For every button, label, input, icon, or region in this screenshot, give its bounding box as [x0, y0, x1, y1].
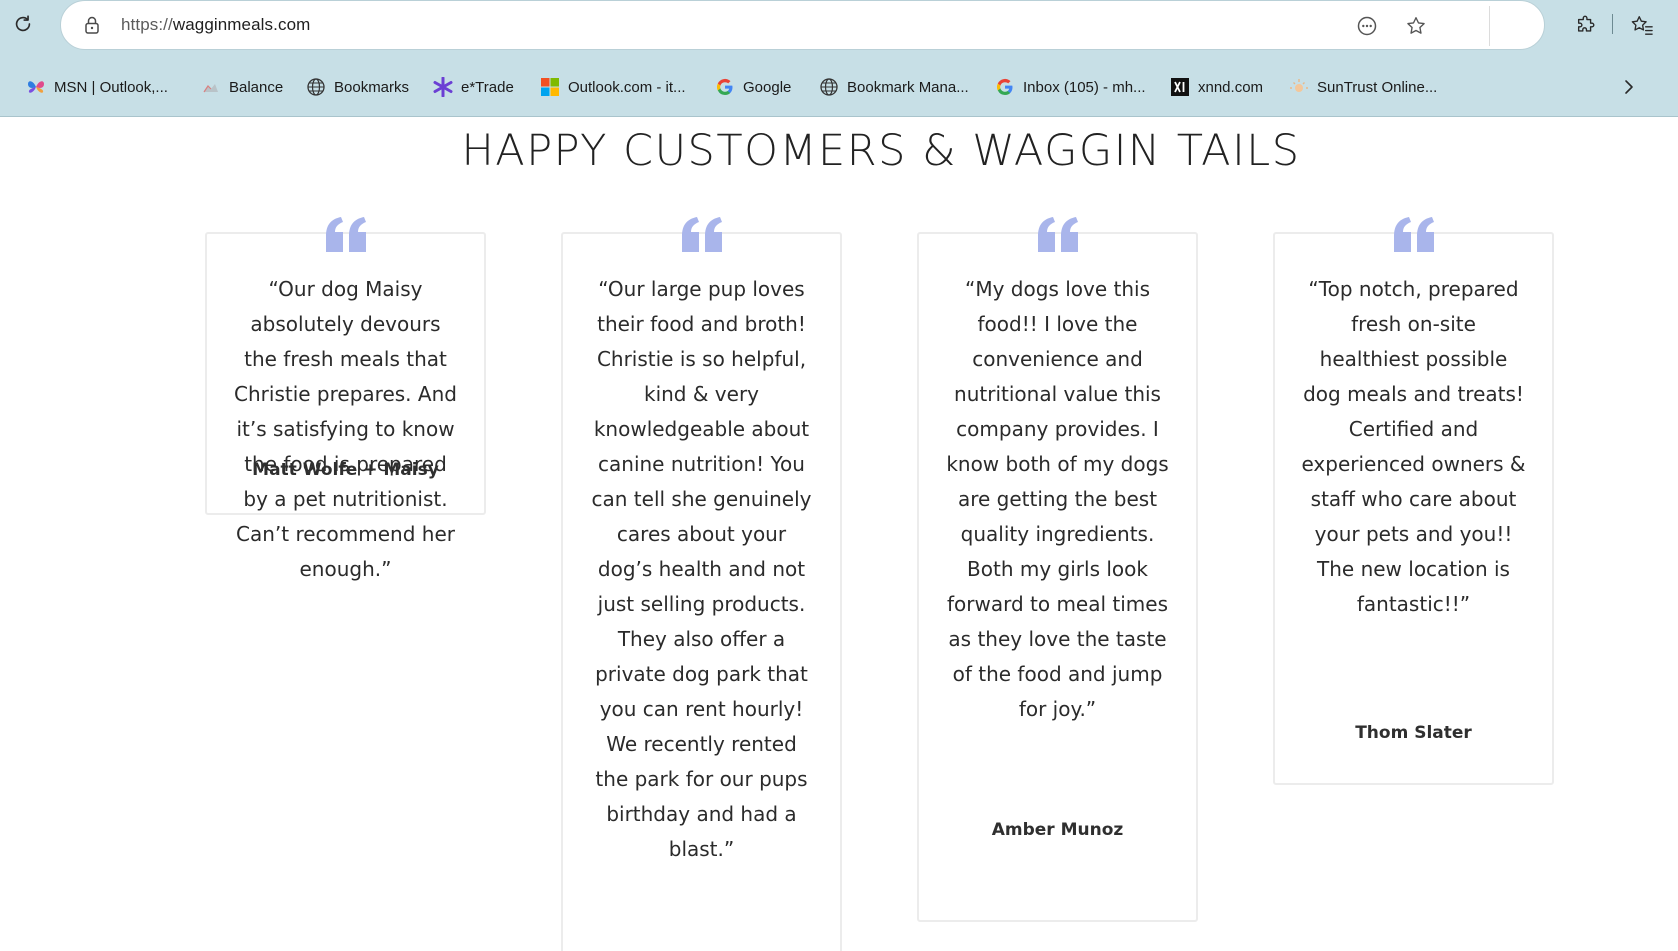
quote-icon	[1393, 217, 1434, 252]
bookmark-label: SunTrust Online...	[1317, 78, 1438, 96]
page-title: HAPPY CUSTOMERS & WAGGIN TAILS	[461, 126, 1301, 176]
google-g-icon	[995, 77, 1015, 97]
bookmark-label: Google	[743, 78, 792, 96]
reload-icon[interactable]	[10, 11, 36, 37]
testimonial-card: “Our large pup loves their food and brot…	[561, 217, 842, 951]
testimonial-text: “Top notch, prepared fresh on-site healt…	[1301, 277, 1526, 616]
bookmark-label: Outlook.com - it...	[568, 78, 686, 96]
bookmark-label: xnnd.com	[1198, 78, 1264, 96]
testimonial-author: Thom Slater	[1355, 723, 1472, 743]
bookmark-suntrust[interactable]: SunTrust Online...	[1289, 70, 1437, 104]
testimonial-text: “My dogs love this food!! I love the con…	[946, 277, 1169, 721]
bookmark-inbox[interactable]: Inbox (105) - mh...	[995, 70, 1146, 104]
bookmark-label: Bookmarks	[334, 78, 410, 96]
etrade-icon	[433, 77, 453, 97]
bookmark-etrade[interactable]: e*Trade	[433, 70, 514, 104]
page-content: HAPPY CUSTOMERS & WAGGIN TAILS “Our dog …	[0, 117, 1678, 951]
testimonial-card: “Top notch, prepared fresh on-site healt…	[1273, 217, 1554, 785]
favorite-star-icon[interactable]	[1402, 12, 1430, 40]
favorites-icon[interactable]	[1628, 11, 1656, 39]
bookmark-xnnd[interactable]: xnnd.com	[1170, 70, 1263, 104]
suntrust-icon	[1289, 77, 1309, 97]
bookmark-outlook[interactable]: Outlook.com - it...	[540, 70, 686, 104]
quote-icon	[325, 217, 366, 252]
quote-icon	[1037, 217, 1078, 252]
testimonial-author: Amber Munoz	[991, 820, 1124, 840]
chevron-right-icon[interactable]	[1618, 76, 1640, 98]
globe-icon	[306, 77, 326, 97]
address-bar-divider	[1489, 6, 1490, 46]
bookmark-balance[interactable]: Balance	[201, 70, 283, 104]
bookmark-label: MSN | Outlook,...	[54, 78, 168, 96]
url-host: wagginmeals.com	[172, 15, 311, 34]
testimonial-card: “Our dog Maisy absolutely devours the fr…	[205, 217, 486, 581]
browser-toolbar: https://wagginmeals.com MSN | Outlook,..…	[0, 0, 1678, 117]
testimonial-text: “Our dog Maisy absolutely devours the fr…	[234, 277, 457, 581]
bookmark-label: Inbox (105) - mh...	[1023, 78, 1146, 96]
microsoft-logo-icon	[540, 77, 560, 97]
extensions-icon[interactable]	[1572, 11, 1600, 39]
bookmark-label: Bookmark Mana...	[847, 78, 969, 96]
bookmark-bookmark-manager[interactable]: Bookmark Mana...	[819, 70, 969, 104]
bookmark-label: Balance	[229, 78, 284, 96]
bookmark-google[interactable]: Google	[715, 70, 791, 104]
xnnd-icon	[1170, 77, 1190, 97]
testimonial-author: Matt Wolfe + Maisy	[252, 460, 439, 480]
url-text[interactable]: https://wagginmeals.com	[121, 15, 310, 35]
bookmark-bookmarks[interactable]: Bookmarks	[306, 70, 409, 104]
url-scheme: https://	[121, 15, 173, 34]
quote-icon	[681, 217, 722, 252]
toolbar-divider	[1612, 14, 1613, 34]
bookmark-label: e*Trade	[461, 78, 514, 96]
bookmarks-bar: MSN | Outlook,... Balance Bookmarks e*Tr…	[0, 70, 1678, 104]
msn-butterfly-icon	[26, 77, 46, 97]
lock-icon[interactable]	[83, 15, 101, 39]
bookmark-msn[interactable]: MSN | Outlook,...	[26, 70, 168, 104]
testimonial-card: “My dogs love this food!! I love the con…	[917, 217, 1198, 922]
address-bar[interactable]: https://wagginmeals.com	[60, 0, 1545, 50]
globe-icon	[819, 77, 839, 97]
testimonial-text: “Our large pup loves their food and brot…	[591, 277, 812, 861]
balance-icon	[201, 77, 221, 97]
google-g-icon	[715, 77, 735, 97]
more-options-icon[interactable]	[1353, 12, 1381, 40]
